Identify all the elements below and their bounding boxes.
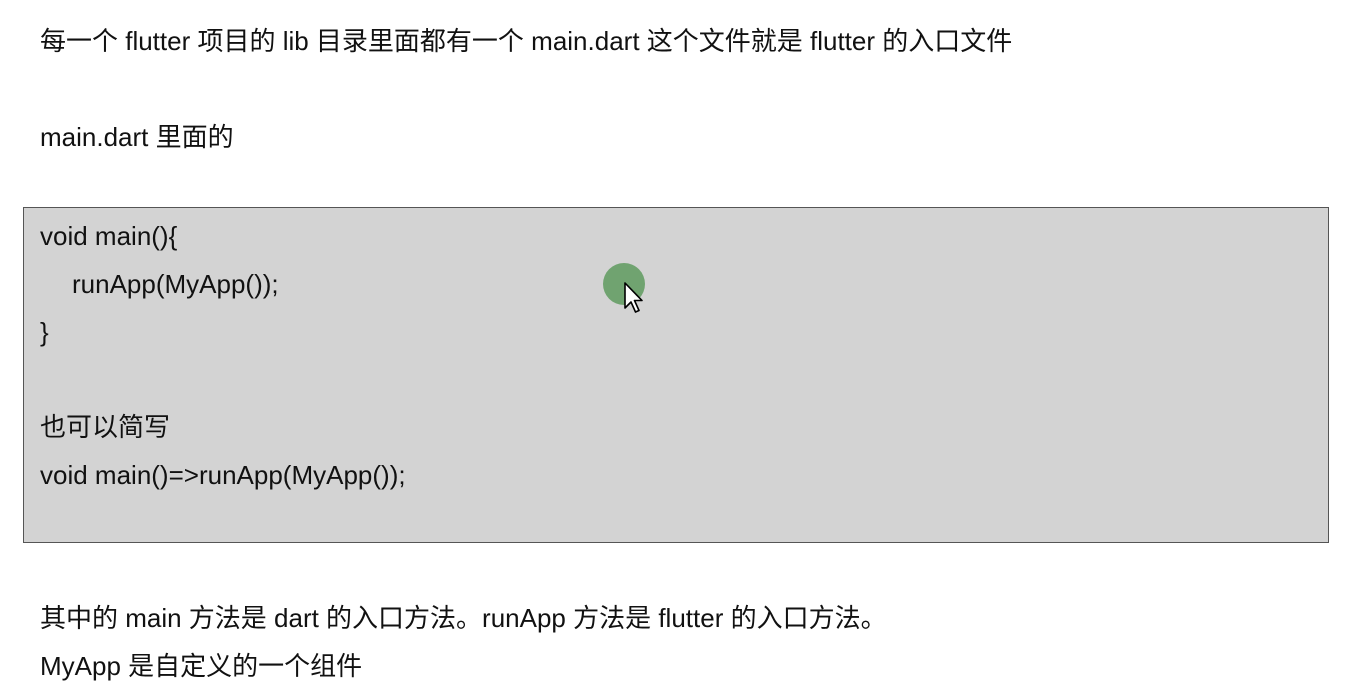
code-line-main-signature: void main(){ [40,221,178,251]
main-dart-subheading: main.dart 里面的 [40,122,234,152]
code-line-shorthand: void main()=>runApp(MyApp()); [40,460,406,490]
code-line-run-app: runApp(MyApp()); [72,269,279,299]
code-line-closing-brace: } [40,317,49,347]
code-line-shorthand-label: 也可以简写 [40,412,171,442]
intro-paragraph: 每一个 flutter 项目的 lib 目录里面都有一个 main.dart 这… [40,26,1013,56]
mouse-pointer-icon [624,282,643,313]
mouse-cursor [603,263,645,315]
code-block: void main(){ runApp(MyApp()); } 也可以简写 vo… [23,207,1329,543]
entry-method-note: 其中的 main 方法是 dart 的入口方法。runApp 方法是 flutt… [40,603,887,633]
myapp-note: MyApp 是自定义的一个组件 [40,651,363,681]
